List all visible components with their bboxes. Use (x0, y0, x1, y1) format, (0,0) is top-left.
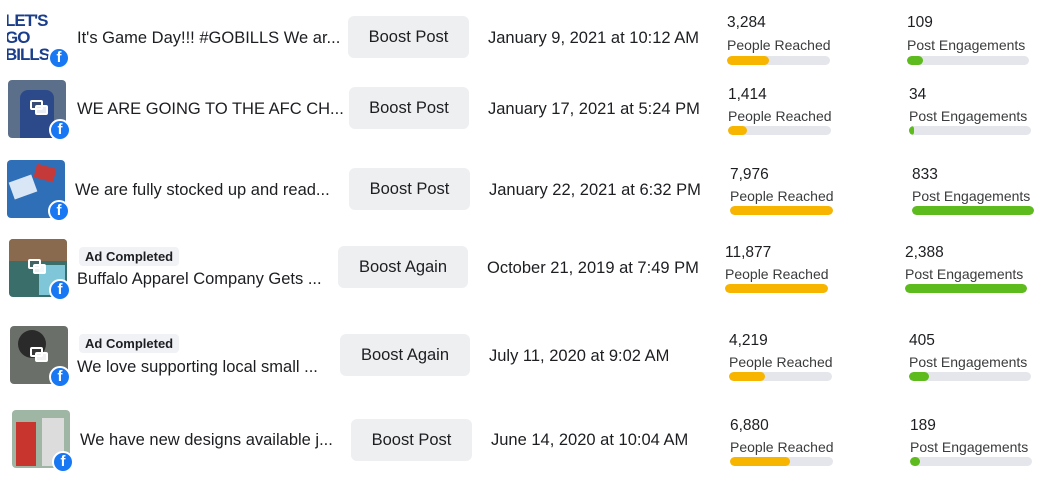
post-title[interactable]: Buffalo Apparel Company Gets ... (77, 270, 322, 289)
post-title[interactable]: It's Game Day!!! #GOBILLS We ar... (77, 29, 340, 48)
reach-bar (730, 206, 833, 215)
engagement-value: 833 (912, 166, 938, 183)
post-date: June 14, 2020 at 10:04 AM (491, 431, 689, 449)
engagement-bar-fill (909, 372, 929, 381)
reach-label: People Reached (725, 266, 829, 282)
reach-bar-fill (729, 372, 766, 381)
multi-photo-icon (30, 100, 48, 115)
reach-value: 6,880 (730, 417, 769, 434)
engagement-label: Post Engagements (909, 354, 1028, 370)
facebook-icon: f (52, 451, 74, 473)
facebook-icon: f (48, 200, 70, 222)
reach-bar-fill (730, 206, 833, 215)
boost-post-button[interactable]: Boost Post (348, 16, 469, 58)
boost-post-button[interactable]: Boost Post (351, 419, 472, 461)
reach-bar (725, 284, 828, 293)
facebook-icon: f (48, 47, 70, 69)
reach-bar-fill (727, 56, 770, 65)
post-row[interactable]: LET'S GO BILLS f It's Game Day!!! #GOBIL… (0, 0, 1044, 80)
post-row[interactable]: f We have new designs available j... Boo… (0, 408, 1044, 488)
engagement-bar (909, 126, 1031, 135)
post-row[interactable]: f We are fully stocked up and read... Bo… (0, 157, 1044, 237)
reach-value: 7,976 (730, 166, 769, 183)
reach-label: People Reached (729, 354, 833, 370)
thumbnail-artwork (9, 239, 67, 261)
post-row[interactable]: f Ad Completed We love supporting local … (0, 324, 1044, 404)
engagement-bar (912, 206, 1034, 215)
facebook-icon: f (49, 279, 71, 301)
post-date: January 22, 2021 at 6:32 PM (489, 181, 701, 199)
reach-label: People Reached (728, 108, 832, 124)
reach-bar-fill (725, 284, 828, 293)
reach-bar (730, 457, 833, 466)
reach-value: 1,414 (728, 86, 767, 103)
boost-again-button[interactable]: Boost Again (338, 246, 468, 288)
engagement-label: Post Engagements (909, 108, 1028, 124)
boost-post-button[interactable]: Boost Post (349, 168, 470, 210)
engagement-value: 2,388 (905, 244, 944, 261)
reach-bar-fill (728, 126, 747, 135)
reach-value: 3,284 (727, 14, 766, 31)
multi-photo-icon (30, 347, 48, 362)
post-row[interactable]: f Ad Completed Buffalo Apparel Company G… (0, 236, 1044, 316)
thumbnail-artwork (33, 163, 57, 183)
reach-label: People Reached (730, 439, 834, 455)
post-date: January 9, 2021 at 10:12 AM (488, 29, 699, 47)
engagement-bar-fill (909, 126, 914, 135)
engagement-label: Post Engagements (910, 439, 1029, 455)
thumbnail-artwork (8, 174, 38, 200)
reach-bar (729, 372, 832, 381)
reach-bar (728, 126, 831, 135)
post-date: January 17, 2021 at 5:24 PM (488, 100, 700, 118)
post-title[interactable]: WE ARE GOING TO THE AFC CH... (77, 100, 344, 119)
thumbnail-artwork (16, 422, 36, 466)
reach-value: 4,219 (729, 332, 768, 349)
engagement-bar-fill (907, 56, 923, 65)
engagement-value: 34 (909, 86, 927, 103)
reach-label: People Reached (727, 37, 831, 53)
engagement-bar (909, 372, 1031, 381)
engagement-bar-fill (905, 284, 1027, 293)
reach-bar (727, 56, 830, 65)
engagement-bar-fill (910, 457, 920, 466)
engagement-bar (910, 457, 1032, 466)
engagement-value: 405 (909, 332, 935, 349)
engagement-label: Post Engagements (912, 188, 1031, 204)
engagement-bar (905, 284, 1027, 293)
post-title[interactable]: We have new designs available j... (80, 431, 333, 450)
engagement-bar-fill (912, 206, 1034, 215)
post-date: July 11, 2020 at 9:02 AM (489, 347, 670, 365)
multi-photo-icon (28, 259, 46, 274)
status-badge: Ad Completed (79, 334, 180, 353)
post-title[interactable]: We are fully stocked up and read... (75, 181, 330, 200)
engagement-value: 189 (910, 417, 936, 434)
engagement-label: Post Engagements (907, 37, 1026, 53)
facebook-icon: f (49, 119, 71, 141)
boost-again-button[interactable]: Boost Again (340, 334, 470, 376)
boost-post-button[interactable]: Boost Post (349, 87, 469, 129)
engagement-value: 109 (907, 14, 933, 31)
reach-bar-fill (730, 457, 790, 466)
post-row[interactable]: f WE ARE GOING TO THE AFC CH... Boost Po… (0, 78, 1044, 158)
facebook-icon: f (49, 366, 71, 388)
engagement-bar (907, 56, 1029, 65)
post-date: October 21, 2019 at 7:49 PM (487, 259, 699, 277)
reach-label: People Reached (730, 188, 834, 204)
status-badge: Ad Completed (79, 247, 180, 266)
post-title[interactable]: We love supporting local small ... (77, 358, 318, 377)
engagement-label: Post Engagements (905, 266, 1024, 282)
reach-value: 11,877 (725, 244, 772, 261)
